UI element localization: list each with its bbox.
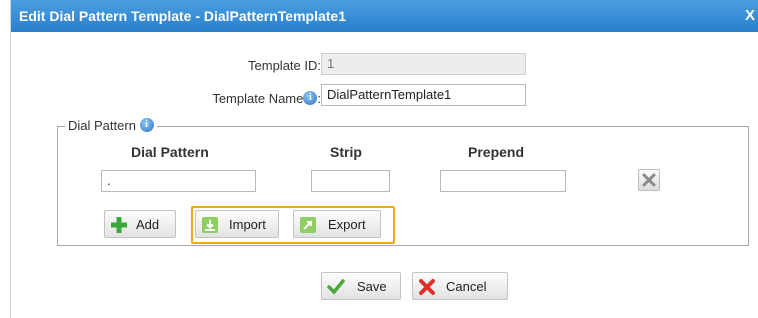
dial-pattern-legend-text: Dial Pattern (68, 118, 136, 133)
template-id-field: 1 (321, 53, 526, 75)
export-button[interactable]: Export (293, 210, 381, 238)
add-label: Add (136, 217, 160, 232)
save-label: Save (357, 279, 387, 294)
template-id-label: Template ID: (248, 58, 321, 73)
cancel-button[interactable]: Cancel (412, 272, 508, 300)
checkmark-icon (327, 279, 345, 295)
edit-dial-pattern-dialog: Edit Dial Pattern Template - DialPattern… (10, 0, 758, 318)
delete-x-icon (642, 173, 656, 187)
column-header-strip: Strip (330, 144, 362, 160)
template-name-label: Template Name (212, 91, 304, 106)
info-icon[interactable]: i (139, 118, 154, 132)
dialog-title: Edit Dial Pattern Template - DialPattern… (19, 8, 347, 24)
save-button[interactable]: Save (321, 272, 401, 300)
delete-row-button[interactable] (638, 169, 660, 191)
dialog-titlebar[interactable]: Edit Dial Pattern Template - DialPattern… (11, 0, 758, 32)
column-header-prepend: Prepend (468, 144, 525, 160)
prepend-input[interactable] (440, 170, 566, 192)
import-button[interactable]: Import (195, 210, 279, 238)
export-icon (300, 217, 316, 233)
strip-input[interactable] (311, 170, 390, 192)
red-x-icon (419, 279, 435, 295)
column-header-dial-pattern: Dial Pattern (131, 144, 209, 160)
close-button[interactable]: X (745, 7, 755, 24)
import-label: Import (229, 217, 266, 232)
template-name-label-group: Template Name i: (171, 91, 321, 106)
export-label: Export (328, 217, 366, 232)
cancel-label: Cancel (446, 279, 487, 294)
dial-pattern-input[interactable]: . (101, 170, 256, 192)
import-icon (202, 217, 218, 233)
add-button[interactable]: Add (104, 210, 176, 238)
dial-pattern-legend: Dial Pattern i (65, 118, 157, 133)
info-icon[interactable]: i (303, 91, 318, 105)
plus-icon (111, 217, 127, 233)
template-name-input[interactable]: DialPatternTemplate1 (321, 84, 526, 106)
